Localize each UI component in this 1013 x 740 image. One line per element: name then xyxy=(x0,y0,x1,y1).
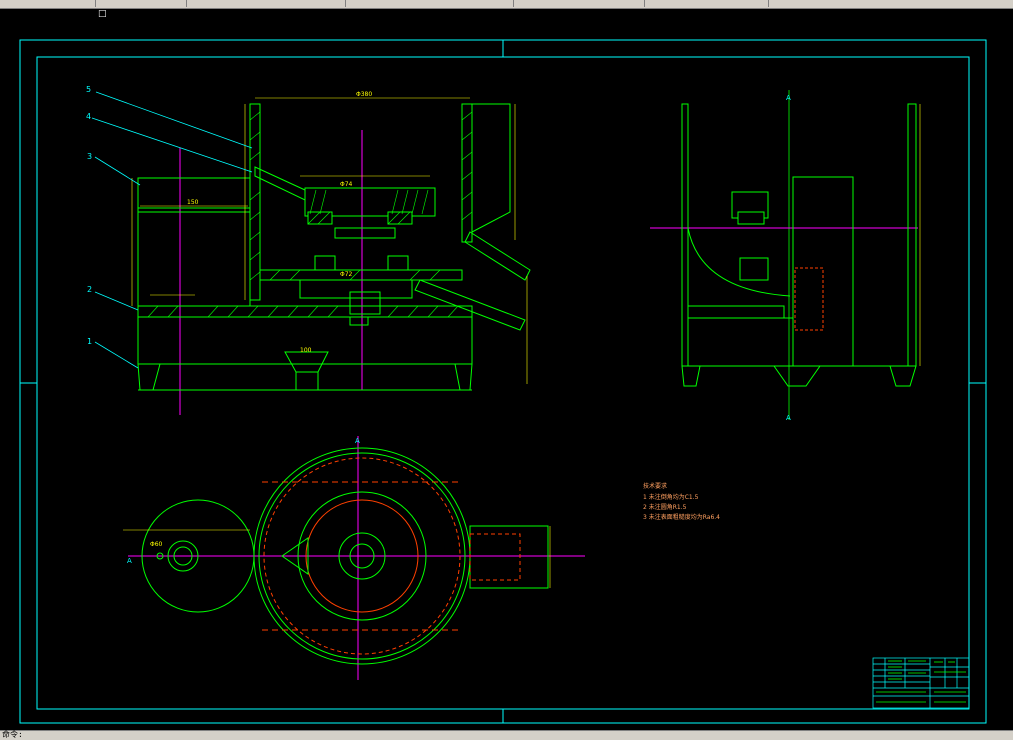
callout-5: 5 xyxy=(86,85,91,94)
section-mark-a-top: A xyxy=(355,437,360,445)
shaft xyxy=(334,227,396,239)
command-prompt: 命令: xyxy=(2,730,23,739)
dim-top-width: Φ380 xyxy=(356,91,372,98)
tech-req-line-3: 3 未注表面粗糙度均为Ra6.4 xyxy=(643,513,720,521)
side-foot xyxy=(681,365,701,387)
title-block xyxy=(872,657,970,709)
side-wall-right xyxy=(907,103,917,367)
outlet-spout xyxy=(284,351,329,373)
hidden-motor xyxy=(794,267,824,331)
cad-drawing: □ Φ380 Φ74 Φ72 150 100 5 4 3 2 1 A A A A… xyxy=(19,9,987,724)
toolbar-segment[interactable] xyxy=(96,0,187,7)
bearing xyxy=(387,255,409,271)
dim-inner: Φ74 xyxy=(340,181,353,188)
sheet-inner-border xyxy=(36,56,970,710)
callout-2: 2 xyxy=(87,285,92,294)
tech-req-line-2: 2 未注圆角R1.5 xyxy=(643,503,687,511)
inclined-plate xyxy=(254,166,306,201)
callout-3: 3 xyxy=(87,152,92,161)
application-toolbar-strip xyxy=(0,0,1013,9)
lower-chute xyxy=(414,279,526,331)
toolbar-segment[interactable] xyxy=(0,0,96,7)
section-mark-a-bottom: A xyxy=(786,414,791,422)
left-tank xyxy=(137,177,251,307)
base-foot xyxy=(137,363,161,391)
side-view: A A xyxy=(650,90,921,422)
callout-1: 1 xyxy=(87,337,92,346)
drive-shaft xyxy=(349,291,381,315)
base-housing xyxy=(137,305,473,365)
front-view: Φ380 Φ74 Φ72 150 100 5 4 3 2 1 xyxy=(86,85,531,415)
top-view: A A Φ60 xyxy=(123,436,585,680)
callout-4: 4 xyxy=(86,112,91,121)
toolbar-segment[interactable] xyxy=(348,0,514,7)
side-foot xyxy=(889,365,917,387)
tech-req-title: 技术要求 xyxy=(643,482,667,490)
section-mark-a-left: A xyxy=(127,557,132,565)
section-mark-a-top: A xyxy=(786,94,791,102)
dim-bottom: Φ72 xyxy=(340,271,353,278)
toolbar-segment[interactable] xyxy=(190,0,346,7)
side-chute xyxy=(471,103,511,233)
base-foot xyxy=(454,363,473,391)
side-wall-left xyxy=(681,103,689,367)
discharge-chute xyxy=(464,231,531,281)
outlet-box xyxy=(469,525,549,589)
toolbar-segment[interactable] xyxy=(648,0,769,7)
bearing xyxy=(314,255,336,271)
canvas-indicator: □ xyxy=(98,9,107,19)
drawing-canvas[interactable]: □ Φ380 Φ74 Φ72 150 100 5 4 3 2 1 A A A A… xyxy=(0,9,1013,730)
side-outlet xyxy=(773,365,821,387)
tech-req-line-1: 1 未注倒角均为C1.5 xyxy=(643,493,699,501)
side-bottom-plate xyxy=(687,305,785,319)
curved-guide xyxy=(687,227,791,297)
dim-r1: 150 xyxy=(187,199,199,206)
dim-r2: 100 xyxy=(300,347,312,354)
technical-requirements: 技术要求 1 未注倒角均为C1.5 2 未注圆角R1.5 3 未注表面粗糙度均为… xyxy=(643,482,720,521)
toolbar-segment[interactable] xyxy=(516,0,645,7)
dim-small: Φ60 xyxy=(150,541,163,548)
